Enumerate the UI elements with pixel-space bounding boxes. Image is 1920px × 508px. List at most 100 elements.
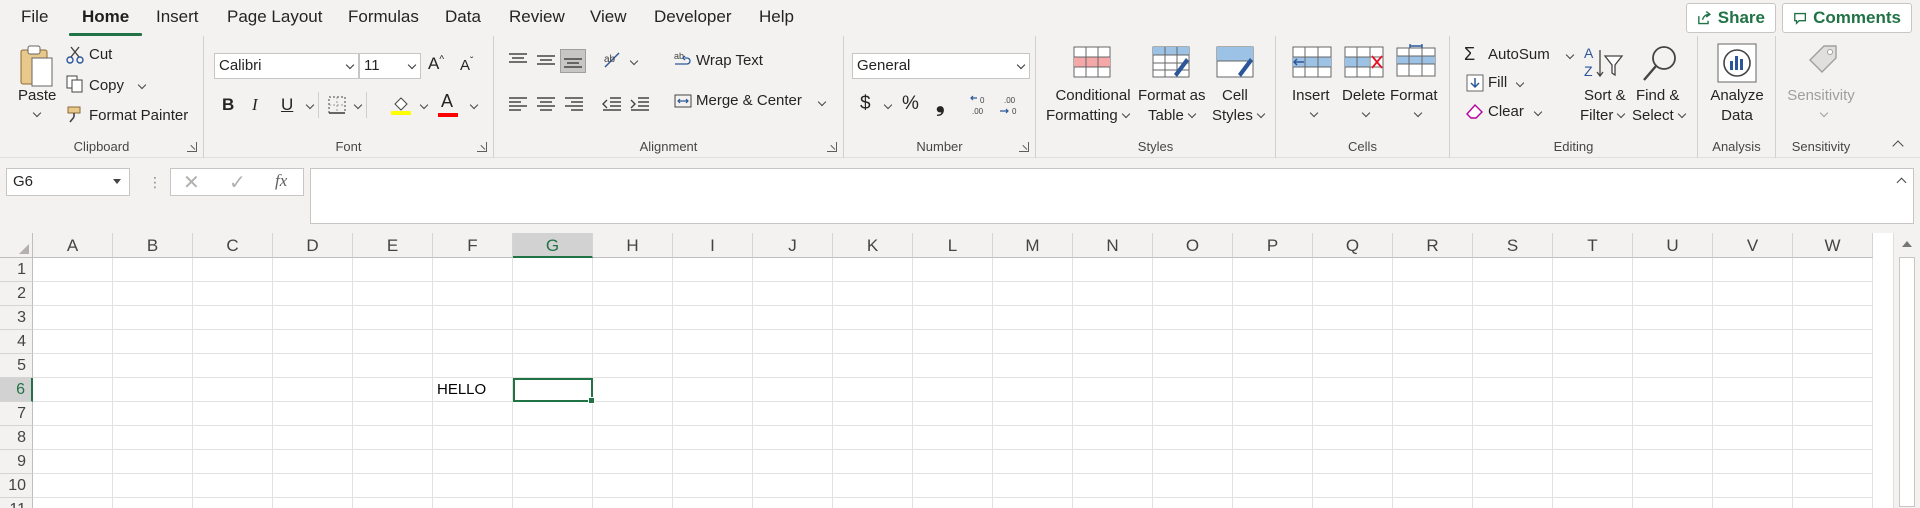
- cell-e10[interactable]: [353, 474, 433, 498]
- cell-n2[interactable]: [1073, 282, 1153, 306]
- enter-check-icon[interactable]: ✓: [229, 170, 246, 195]
- cell-j3[interactable]: [753, 306, 833, 330]
- cell-n10[interactable]: [1073, 474, 1153, 498]
- cell-l11[interactable]: [913, 498, 993, 508]
- cell-c8[interactable]: [193, 426, 273, 450]
- cell-r11[interactable]: [1393, 498, 1473, 508]
- cell-v9[interactable]: [1713, 450, 1793, 474]
- underline-dropdown-icon[interactable]: [305, 100, 315, 110]
- italic-button[interactable]: I: [252, 95, 258, 115]
- cell-m10[interactable]: [993, 474, 1073, 498]
- cell-b6[interactable]: [113, 378, 193, 402]
- cell-b5[interactable]: [113, 354, 193, 378]
- align-right-icon[interactable]: [564, 96, 584, 112]
- cell-g5[interactable]: [513, 354, 593, 378]
- cell-b2[interactable]: [113, 282, 193, 306]
- cell-s7[interactable]: [1473, 402, 1553, 426]
- column-header-f[interactable]: F: [433, 233, 513, 258]
- cell-d2[interactable]: [273, 282, 353, 306]
- cell-s11[interactable]: [1473, 498, 1553, 508]
- cell-v6[interactable]: [1713, 378, 1793, 402]
- cell-k9[interactable]: [833, 450, 913, 474]
- cell-q2[interactable]: [1313, 282, 1393, 306]
- cell-v1[interactable]: [1713, 258, 1793, 282]
- row-header-10[interactable]: 10: [0, 474, 33, 498]
- cell-v8[interactable]: [1713, 426, 1793, 450]
- cell-a6[interactable]: [33, 378, 113, 402]
- cell-b11[interactable]: [113, 498, 193, 508]
- vertical-scrollbar[interactable]: [1893, 233, 1920, 508]
- cell-a8[interactable]: [33, 426, 113, 450]
- decrease-indent-icon[interactable]: [602, 96, 622, 112]
- cell-r6[interactable]: [1393, 378, 1473, 402]
- cell-a2[interactable]: [33, 282, 113, 306]
- cell-m11[interactable]: [993, 498, 1073, 508]
- cell-i5[interactable]: [673, 354, 753, 378]
- cell-n11[interactable]: [1073, 498, 1153, 508]
- cell-o4[interactable]: [1153, 330, 1233, 354]
- cell-c2[interactable]: [193, 282, 273, 306]
- cell-p10[interactable]: [1233, 474, 1313, 498]
- cell-k8[interactable]: [833, 426, 913, 450]
- cell-n1[interactable]: [1073, 258, 1153, 282]
- cell-s6[interactable]: [1473, 378, 1553, 402]
- borders-dropdown-icon[interactable]: [353, 100, 363, 110]
- tab-file[interactable]: File: [21, 7, 48, 27]
- align-center-icon[interactable]: [536, 96, 556, 112]
- column-header-w[interactable]: W: [1793, 233, 1873, 258]
- cell-i7[interactable]: [673, 402, 753, 426]
- cell-v2[interactable]: [1713, 282, 1793, 306]
- column-header-o[interactable]: O: [1153, 233, 1233, 258]
- comma-button[interactable]: ❟: [936, 91, 945, 117]
- cell-w9[interactable]: [1793, 450, 1873, 474]
- cell-k11[interactable]: [833, 498, 913, 508]
- cell-w11[interactable]: [1793, 498, 1873, 508]
- cell-c11[interactable]: [193, 498, 273, 508]
- cancel-icon[interactable]: ✕: [183, 170, 200, 195]
- cell-g4[interactable]: [513, 330, 593, 354]
- cell-k1[interactable]: [833, 258, 913, 282]
- cell-l10[interactable]: [913, 474, 993, 498]
- column-header-v[interactable]: V: [1713, 233, 1793, 258]
- cell-u2[interactable]: [1633, 282, 1713, 306]
- cell-n6[interactable]: [1073, 378, 1153, 402]
- cell-j1[interactable]: [753, 258, 833, 282]
- formula-bar-grip-icon[interactable]: ⋮: [148, 174, 162, 191]
- collapse-formula-bar-icon[interactable]: [1896, 177, 1907, 188]
- cell-a11[interactable]: [33, 498, 113, 508]
- cell-l4[interactable]: [913, 330, 993, 354]
- name-box[interactable]: G6: [6, 168, 130, 196]
- cell-w2[interactable]: [1793, 282, 1873, 306]
- cell-h8[interactable]: [593, 426, 673, 450]
- cell-t9[interactable]: [1553, 450, 1633, 474]
- cell-u11[interactable]: [1633, 498, 1713, 508]
- font-name-select[interactable]: Calibri: [214, 53, 359, 79]
- cell-o8[interactable]: [1153, 426, 1233, 450]
- cell-f11[interactable]: [433, 498, 513, 508]
- cell-o5[interactable]: [1153, 354, 1233, 378]
- cell-k10[interactable]: [833, 474, 913, 498]
- cell-d10[interactable]: [273, 474, 353, 498]
- currency-button[interactable]: $: [860, 93, 871, 115]
- cell-t2[interactable]: [1553, 282, 1633, 306]
- cell-i10[interactable]: [673, 474, 753, 498]
- column-header-q[interactable]: Q: [1313, 233, 1393, 258]
- cell-h3[interactable]: [593, 306, 673, 330]
- cell-w10[interactable]: [1793, 474, 1873, 498]
- font-size-select[interactable]: 11: [359, 53, 421, 79]
- cell-o3[interactable]: [1153, 306, 1233, 330]
- tab-review[interactable]: Review: [509, 7, 565, 27]
- cell-s5[interactable]: [1473, 354, 1553, 378]
- cell-e6[interactable]: [353, 378, 433, 402]
- cell-b1[interactable]: [113, 258, 193, 282]
- cell-m2[interactable]: [993, 282, 1073, 306]
- cell-o9[interactable]: [1153, 450, 1233, 474]
- cell-d1[interactable]: [273, 258, 353, 282]
- cell-t4[interactable]: [1553, 330, 1633, 354]
- cell-j10[interactable]: [753, 474, 833, 498]
- font-launcher-icon[interactable]: [477, 142, 487, 152]
- column-header-r[interactable]: R: [1393, 233, 1473, 258]
- cell-t5[interactable]: [1553, 354, 1633, 378]
- cell-u8[interactable]: [1633, 426, 1713, 450]
- cell-n4[interactable]: [1073, 330, 1153, 354]
